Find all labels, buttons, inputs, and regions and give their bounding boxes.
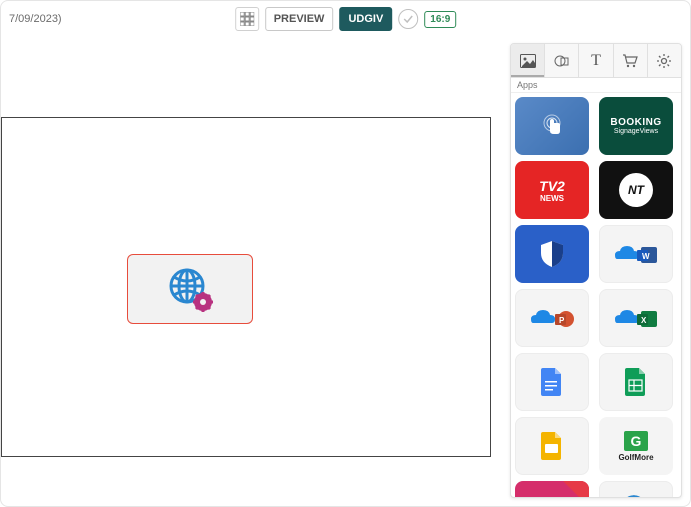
- app-tile-tv2news[interactable]: TV2 NEWS: [515, 161, 589, 219]
- google-sheets-icon: [624, 367, 648, 397]
- check-icon: [403, 14, 413, 24]
- shield-icon: [539, 239, 565, 269]
- app-tile-golfmore[interactable]: G GolfMore: [599, 417, 673, 475]
- svg-text:P: P: [559, 316, 565, 325]
- sidebar-tabs: T: [511, 44, 681, 78]
- booking-label: BOOKING: [610, 117, 661, 128]
- tab-media[interactable]: [511, 44, 545, 77]
- app-tile-onedrive-powerpoint[interactable]: P: [515, 289, 589, 347]
- app-tile-iframe[interactable]: [599, 481, 673, 497]
- grid-icon: [240, 12, 254, 26]
- touch-icon: [537, 111, 567, 141]
- golfmore-label: GolfMore: [618, 453, 653, 462]
- tab-settings[interactable]: [648, 44, 681, 77]
- apps-grid: BOOKING SignageViews TV2 NEWS NT: [515, 97, 677, 497]
- publish-button[interactable]: UDGIV: [339, 7, 392, 31]
- iframe-widget-selected[interactable]: [127, 254, 253, 324]
- app-tile-covid[interactable]: Sådan Danmark!: [515, 481, 589, 497]
- toolbar-center: PREVIEW UDGIV 16:9: [235, 7, 457, 31]
- tab-text[interactable]: T: [579, 44, 613, 77]
- editor-window: 7/09/2023) PREVIEW UDGIV: [0, 0, 691, 507]
- approve-button[interactable]: [398, 9, 418, 29]
- canvas-area[interactable]: [1, 37, 500, 506]
- app-tile-nt[interactable]: NT: [599, 161, 673, 219]
- app-tile-booking[interactable]: BOOKING SignageViews: [599, 97, 673, 155]
- booking-sublabel: SignageViews: [614, 128, 658, 135]
- svg-text:X: X: [641, 316, 647, 325]
- apps-scroll[interactable]: BOOKING SignageViews TV2 NEWS NT: [511, 93, 681, 497]
- svg-text:W: W: [642, 252, 650, 261]
- tv2-label: TV2: [539, 178, 565, 194]
- app-tile-onedrive-word[interactable]: W: [599, 225, 673, 283]
- slide-canvas[interactable]: [1, 117, 491, 457]
- corner-badge: [563, 481, 589, 497]
- golfmore-logo: G: [624, 431, 648, 451]
- image-icon: [520, 54, 536, 68]
- globe-gear-icon: [165, 264, 215, 314]
- right-sidebar: T Apps BOOKING SignageViews TV2: [510, 43, 682, 498]
- app-tile-flow[interactable]: [515, 225, 589, 283]
- nt-logo: NT: [619, 173, 653, 207]
- google-docs-icon: [540, 367, 564, 397]
- google-slides-icon: [540, 431, 564, 461]
- app-tile-google-sheets[interactable]: [599, 353, 673, 411]
- tv2-sublabel: NEWS: [540, 194, 564, 203]
- tab-shapes[interactable]: [545, 44, 579, 77]
- layout-grid-button[interactable]: [235, 7, 259, 31]
- cart-icon: [622, 54, 638, 68]
- onedrive-excel-icon: X: [613, 305, 659, 331]
- sidebar-section-label: Apps: [511, 78, 681, 93]
- app-tile-onedrive-excel[interactable]: X: [599, 289, 673, 347]
- preview-button[interactable]: PREVIEW: [265, 7, 334, 31]
- tab-shop[interactable]: [614, 44, 648, 77]
- top-toolbar: 7/09/2023) PREVIEW UDGIV: [1, 1, 690, 37]
- globe-gear-small-icon: [618, 492, 654, 497]
- text-icon: T: [591, 52, 601, 70]
- onedrive-word-icon: W: [613, 241, 659, 267]
- onedrive-ppt-icon: P: [529, 305, 575, 331]
- shapes-icon: [554, 54, 570, 68]
- aspect-ratio-button[interactable]: 16:9: [424, 11, 456, 28]
- gear-icon: [656, 53, 672, 69]
- app-tile-touch[interactable]: [515, 97, 589, 155]
- app-tile-google-slides[interactable]: [515, 417, 589, 475]
- app-tile-google-docs[interactable]: [515, 353, 589, 411]
- date-fragment: 7/09/2023): [9, 13, 62, 25]
